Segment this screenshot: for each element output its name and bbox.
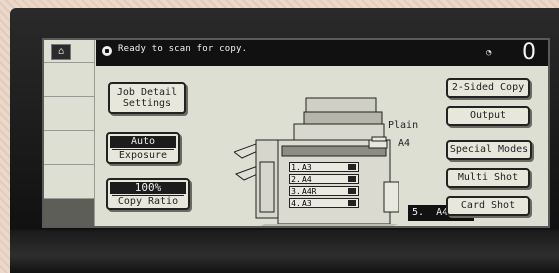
touch-screen: ⌂ Ready to scan for copy. ◔ 0 Job Detail… (42, 38, 550, 228)
exposure-value: Auto (110, 136, 176, 148)
tray-paper-size: A4R (302, 187, 317, 196)
two-sided-copy-label: 2-Sided Copy (451, 82, 525, 93)
tray-number: 4. (291, 199, 301, 208)
paper-tray-3[interactable]: 3.A4R (289, 186, 359, 196)
job-detail-settings-button[interactable]: Job Detail Settings (108, 82, 186, 114)
paper-stack-icon (348, 176, 356, 182)
paper-tray-4[interactable]: 4.A3 (289, 198, 359, 208)
job-detail-label-2: Settings (122, 98, 172, 109)
copy-ratio-button[interactable]: 100% Copy Ratio (106, 178, 190, 210)
multi-shot-label: Multi Shot (457, 172, 519, 183)
sidebar-tab-2[interactable] (44, 96, 94, 130)
copy-ratio-label: Copy Ratio (112, 195, 184, 207)
special-modes-button[interactable]: Special Modes (446, 140, 532, 160)
tray-number: 1. (291, 163, 301, 172)
tray-number: 2. (291, 175, 301, 184)
status-bar: Ready to scan for copy. ◔ 0 (96, 40, 548, 66)
paper-tray-1[interactable]: 1.A3 (289, 162, 359, 172)
sidebar-tab-4[interactable] (44, 164, 94, 198)
paper-stack-icon (348, 188, 356, 194)
paper-size: A4 (398, 138, 411, 149)
sidebar-tab-1[interactable] (44, 62, 94, 96)
two-sided-copy-button[interactable]: 2-Sided Copy (446, 78, 530, 98)
multi-shot-button[interactable]: Multi Shot (446, 168, 530, 188)
paper-stack-icon (348, 164, 356, 170)
copy-ratio-value: 100% (110, 182, 186, 194)
paper-tray-2[interactable]: 2.A4 (289, 174, 359, 184)
copy-counter-icon: ◔ (486, 48, 492, 58)
bezel-bottom-edge (10, 230, 559, 273)
output-button[interactable]: Output (446, 106, 530, 126)
copy-count: 0 (522, 40, 536, 65)
paper-stack-icon (348, 200, 356, 206)
card-shot-button[interactable]: Card Shot (446, 196, 530, 216)
tray-paper-size: A4 (302, 175, 312, 184)
copier-illustration: 1.A3 2.A4 3.A4R 4.A3 (232, 92, 400, 226)
paper-type: Plain (388, 120, 419, 131)
tray-paper-size: A3 (302, 163, 312, 172)
sidebar-tab-3[interactable] (44, 130, 94, 164)
job-detail-label-1: Job Detail (116, 87, 178, 98)
exposure-label: Exposure (112, 149, 174, 161)
status-message: Ready to scan for copy. (118, 44, 248, 54)
sidebar: ⌂ (44, 40, 95, 226)
tray-number: 3. (291, 187, 301, 196)
tray-paper-size: A3 (302, 199, 312, 208)
paper-stack-icon (368, 136, 388, 149)
output-label: Output (469, 110, 507, 121)
card-shot-label: Card Shot (460, 200, 516, 211)
sidebar-tab-copy-active[interactable] (44, 198, 94, 226)
scanner-status-icon (102, 46, 112, 56)
special-modes-label: Special Modes (449, 144, 529, 155)
home-icon: ⌂ (57, 46, 65, 57)
exposure-button[interactable]: Auto Exposure (106, 132, 180, 164)
tray-number: 5. (412, 207, 425, 218)
home-button[interactable]: ⌂ (51, 44, 71, 60)
